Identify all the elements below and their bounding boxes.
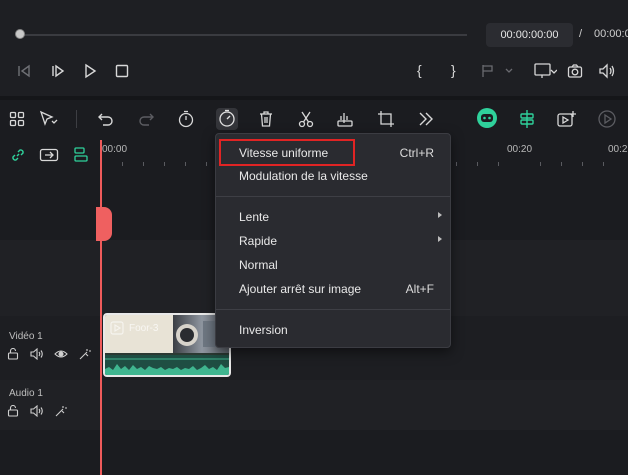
snapshot-icon[interactable] <box>567 63 583 79</box>
track-manager-icon[interactable] <box>72 146 90 164</box>
menu-item-normal[interactable]: Normal <box>216 254 450 276</box>
delete-icon[interactable] <box>257 110 275 128</box>
previous-frame-icon[interactable] <box>16 63 32 79</box>
menu-separator <box>216 196 450 197</box>
menu-item-reverse[interactable]: Inversion <box>216 319 450 341</box>
audio-mute-icon[interactable] <box>30 405 44 417</box>
mark-out-icon[interactable]: } <box>451 62 456 78</box>
video-lock-icon[interactable] <box>7 348 19 360</box>
clip-play-icon <box>110 321 124 335</box>
volume-icon[interactable] <box>598 63 616 79</box>
render-preview-icon[interactable] <box>597 109 617 129</box>
ruler-label-20s: 00:20 <box>507 144 533 155</box>
ruler-tick <box>456 162 457 166</box>
menu-item-label: Normal <box>239 258 278 272</box>
undo-icon[interactable] <box>97 111 115 127</box>
marker-dropdown-icon[interactable] <box>480 63 516 79</box>
playhead-handle[interactable] <box>96 207 112 241</box>
total-timecode: 00:00:00 <box>594 28 628 40</box>
ruler-tick <box>477 162 478 166</box>
video-clip[interactable]: Foor-3 <box>103 313 231 377</box>
layout-grid-icon[interactable] <box>9 111 25 127</box>
ruler-tick <box>603 162 604 166</box>
menu-item-label: Rapide <box>239 234 278 248</box>
current-timecode: 00:00:00:00 <box>486 23 573 47</box>
highlight-box <box>219 139 355 166</box>
audio-effect-icon[interactable] <box>54 404 68 418</box>
add-media-icon[interactable] <box>556 109 578 129</box>
ruler-label-end: 00:2 <box>608 144 628 155</box>
speed-button[interactable] <box>216 108 238 130</box>
ruler-label-start: 00:00 <box>102 144 128 155</box>
submenu-arrow-icon <box>438 236 442 242</box>
menu-item-fast[interactable]: Rapide <box>216 230 450 252</box>
ruler-tick <box>498 162 499 166</box>
video-visibility-icon[interactable] <box>54 348 68 360</box>
playhead[interactable] <box>100 140 102 475</box>
ruler-tick <box>122 162 123 166</box>
submenu-arrow-icon <box>438 212 442 218</box>
video-mute-icon[interactable] <box>30 348 44 360</box>
ruler-tick <box>185 162 186 166</box>
menu-item-freeze-frame[interactable]: Ajouter arrêt sur image Alt+F <box>216 278 450 300</box>
clip-audio-waveform <box>105 355 229 375</box>
preview-player: 00:00:00:00 / 00:00:00 { } <box>0 0 628 96</box>
menu-item-shortcut: Alt+F <box>405 282 434 296</box>
ai-assistant-icon[interactable] <box>476 107 498 129</box>
play-icon[interactable] <box>82 63 98 79</box>
link-icon[interactable] <box>10 147 26 163</box>
scrubber-handle[interactable] <box>15 29 25 39</box>
timecode-separator: / <box>579 28 583 40</box>
step-forward-icon[interactable] <box>50 63 66 79</box>
menu-item-speed-ramping[interactable]: Modulation de la vitesse <box>216 165 450 187</box>
snap-icon[interactable] <box>517 109 537 129</box>
menu-item-label: Lente <box>239 210 270 224</box>
display-settings-icon[interactable] <box>533 62 557 80</box>
audio-track-label: Audio 1 <box>9 388 43 399</box>
toolbar-separator <box>76 110 77 128</box>
audio-lock-icon[interactable] <box>7 405 19 417</box>
stop-icon[interactable] <box>114 63 130 79</box>
playback-scrubber[interactable] <box>20 34 467 36</box>
crop-icon[interactable] <box>377 110 395 128</box>
ruler-tick <box>561 162 562 166</box>
menu-item-shortcut: Ctrl+R <box>399 146 434 160</box>
video-track-label: Vidéo 1 <box>9 331 43 342</box>
video-effect-icon[interactable] <box>78 347 92 361</box>
redo-icon[interactable] <box>137 111 155 127</box>
menu-item-label: Inversion <box>239 323 288 337</box>
timer-icon[interactable] <box>177 110 195 128</box>
ruler-tick <box>540 162 541 166</box>
ruler-tick <box>164 162 165 166</box>
mark-in-icon[interactable]: { <box>417 62 422 78</box>
menu-item-slow[interactable]: Lente <box>216 206 450 228</box>
more-tools-icon[interactable] <box>417 111 435 127</box>
ruler-tick <box>206 162 207 166</box>
ruler-tick <box>582 162 583 166</box>
ruler-tick <box>143 162 144 166</box>
menu-item-label: Modulation de la vitesse <box>239 169 368 183</box>
audio-split-icon[interactable] <box>336 110 356 128</box>
replace-clip-icon[interactable] <box>39 147 59 163</box>
split-scissors-icon[interactable] <box>297 110 315 128</box>
menu-separator <box>216 309 450 310</box>
selection-tool-icon[interactable] <box>39 110 59 128</box>
clip-name: Foor-3 <box>129 323 159 334</box>
menu-item-label: Ajouter arrêt sur image <box>239 282 362 296</box>
audio-track[interactable] <box>0 380 628 430</box>
